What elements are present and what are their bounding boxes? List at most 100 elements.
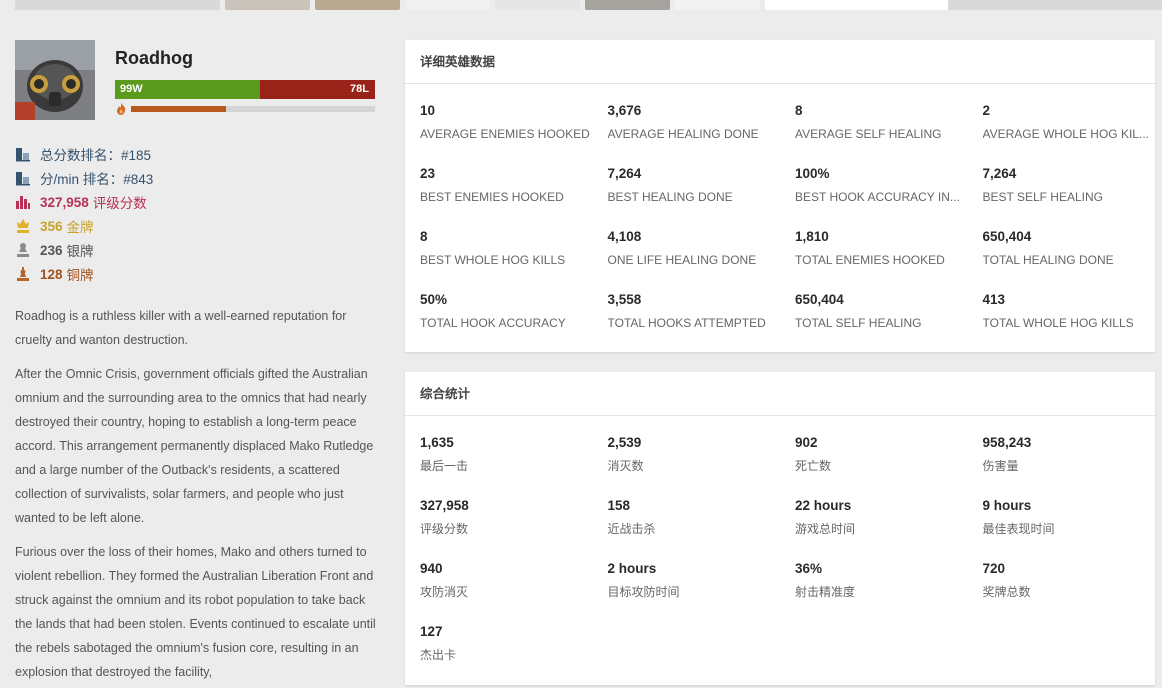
stat-cell: 1,810 Total Enemies Hooked: [795, 227, 970, 269]
stat-label: 射击精准度: [795, 585, 856, 599]
hero-name: Roadhog: [115, 48, 193, 68]
stat-value: 127: [420, 624, 443, 639]
stat-cell: 158 近战击杀: [608, 496, 783, 538]
rank-row: 分/min 排名：#843: [15, 166, 375, 190]
stat-label: Total Whole Hog Kills: [982, 316, 1134, 330]
hero-bio: Roadhog is a ruthless killer with a well…: [15, 304, 377, 688]
stat-value: 2,539: [607, 435, 642, 450]
stat-label: 奖牌总数: [982, 585, 1031, 599]
stat-cell: 50% Total Hook Accuracy: [420, 290, 595, 332]
hero-thumbnail[interactable]: [675, 0, 760, 10]
stat-value: 902: [795, 435, 818, 450]
rank-row: 327,958 评级分数: [15, 190, 375, 214]
stat-label: Best Self Healing: [982, 190, 1104, 204]
stat-label: 游戏总时间: [795, 522, 856, 536]
stat-value: 7,264: [607, 166, 642, 181]
stat-label: Total Self Healing: [795, 316, 922, 330]
stat-label: Average Self Healing: [795, 127, 942, 141]
stat-cell: 127 杰出卡: [420, 622, 595, 664]
stat-value: 8: [420, 229, 428, 244]
panel-title: 综合统计: [405, 372, 1155, 416]
gold-medal-icon: [15, 218, 31, 234]
stat-label: Average Healing Done: [607, 127, 759, 141]
stat-cell: 10 Average Enemies Hooked: [420, 101, 595, 143]
rank-row: 总分数排名：#185: [15, 142, 375, 166]
rank-row: 128 铜牌: [15, 262, 375, 286]
hero-thumbnail[interactable]: [315, 0, 400, 10]
stat-cell: 413 Total Whole Hog Kills: [983, 290, 1158, 332]
stat-cell: 7,264 Best Healing Done: [608, 164, 783, 206]
hero-thumbnail[interactable]: [405, 0, 490, 10]
stat-value: 9 hours: [982, 498, 1032, 513]
hero-thumbnail[interactable]: [495, 0, 580, 10]
stat-value: 3,558: [607, 292, 642, 307]
strip-background: [15, 0, 220, 10]
rank-row: 236 银牌: [15, 238, 375, 262]
rank-icon: [15, 146, 31, 162]
streak-fill: [131, 106, 227, 112]
stat-value: 4,108: [607, 229, 642, 244]
stat-label: 攻防消灭: [420, 585, 469, 599]
rank-label: 总分数排名：#185: [40, 148, 152, 163]
bio-paragraph: After the Omnic Crisis, government offic…: [15, 367, 374, 525]
stat-cell: 22 hours 游戏总时间: [795, 496, 970, 538]
stat-value: 650,404: [795, 292, 844, 307]
stat-label: 最后一击: [420, 459, 469, 473]
streak-bar: [115, 103, 375, 115]
stat-cell: 2 Average Whole Hog Kil...: [983, 101, 1158, 143]
stat-label: 杰出卡: [420, 648, 457, 662]
stat-value: 100%: [795, 166, 830, 181]
hero-stats-panel: 详细英雄数据 10 Average Enemies Hooked 3,676 Aver…: [405, 40, 1155, 352]
hero-thumbnail-active[interactable]: [765, 0, 948, 10]
stat-cell: 650,404 Total Self Healing: [795, 290, 970, 332]
stat-cell: 36% 射击精准度: [795, 559, 970, 601]
stat-cell: 650,404 Total Healing Done: [983, 227, 1158, 269]
stat-cell: 902 死亡数: [795, 433, 970, 475]
stat-label: Total Enemies Hooked: [795, 253, 945, 267]
hero-thumbnail[interactable]: [225, 0, 310, 10]
strip-background: [948, 0, 1162, 10]
stat-cell: 3,676 Average Healing Done: [608, 101, 783, 143]
stat-cell: 720 奖牌总数: [983, 559, 1158, 601]
losses-segment: 78L: [260, 80, 375, 99]
silver-medal-icon: [15, 242, 31, 258]
stat-value: 2: [982, 103, 991, 118]
stat-value: 2 hours: [607, 561, 657, 576]
stat-cell: 8 Best Whole Hog Kills: [420, 227, 595, 269]
streak-track: [131, 106, 375, 112]
stat-cell: 4,108 One Life Healing Done: [608, 227, 783, 269]
stat-label: Total Healing Done: [982, 253, 1114, 267]
hero-thumbnail[interactable]: [585, 0, 670, 10]
stat-cell: 7,264 Best Self Healing: [983, 164, 1158, 206]
hero-avatar: [15, 40, 95, 120]
stat-cell: 3,558 Total Hooks Attempted: [608, 290, 783, 332]
stat-value: 1,635: [420, 435, 454, 450]
stat-value: 327,958: [420, 498, 469, 513]
rank-value: 356: [40, 218, 63, 234]
stat-label: 消灭数: [607, 459, 644, 473]
stat-value: 158: [607, 498, 631, 513]
stat-label: Total Hook Accuracy: [420, 316, 566, 330]
stat-value: 36%: [795, 561, 823, 576]
win-loss-bar: 99W 78L: [115, 80, 375, 99]
stat-value: 8: [795, 103, 803, 118]
stat-value: 940: [420, 561, 443, 576]
rank-label: 银牌: [66, 244, 94, 259]
stat-label: 评级分数: [420, 522, 469, 536]
stat-value: 413: [982, 292, 1006, 307]
stat-label: 死亡数: [795, 459, 832, 473]
wins-segment: 99W: [115, 80, 261, 99]
rank-value: 327,958: [40, 194, 89, 210]
stat-value: 958,243: [982, 435, 1032, 450]
rank-icon: [15, 170, 31, 186]
bar-chart-icon: [15, 194, 31, 210]
stat-cell: 23 Best Enemies Hooked: [420, 164, 595, 206]
stat-value: 3,676: [607, 103, 642, 118]
general-stats-panel: 综合统计 1,635 最后一击 2,539 消灭数 902 死亡数 958,243 伤害量 32…: [405, 372, 1155, 685]
stat-label: One Life Healing Done: [607, 253, 757, 267]
stat-cell: 2 hours 目标攻防时间: [608, 559, 783, 601]
stat-value: 10: [420, 103, 436, 118]
stat-cell: 9 hours 最佳表现时间: [983, 496, 1158, 538]
stat-label: Average Whole Hog Kil...: [982, 127, 1149, 141]
stat-value: 22 hours: [795, 498, 852, 513]
